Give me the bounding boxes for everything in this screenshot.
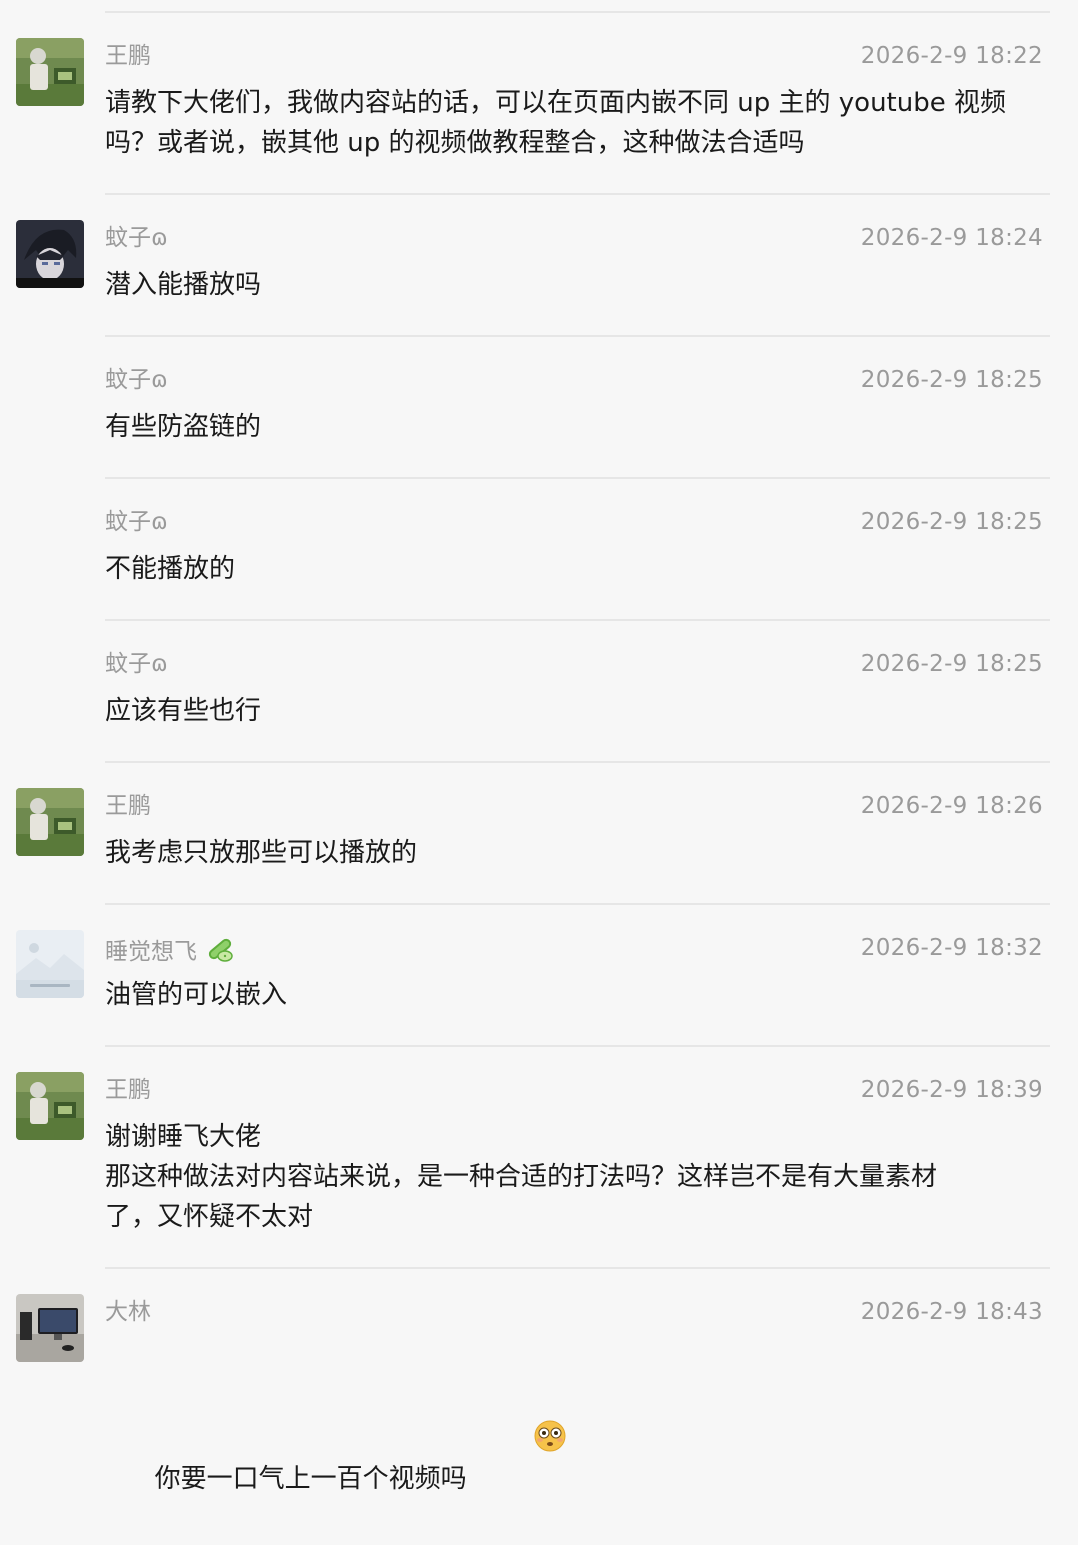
wenzi-avatar[interactable] [16, 220, 84, 288]
shuijiaoxiangfei-avatar[interactable] [16, 930, 84, 998]
message-time: 2026-2-9 18:26 [860, 793, 1043, 819]
divider [105, 193, 1050, 195]
flushed-face-emoji-icon [467, 1379, 567, 1505]
message-text: 潜入能播放吗 [105, 270, 262, 300]
sender-name[interactable]: 大林 [105, 1298, 151, 1326]
message-text: 不能播放的 [105, 554, 236, 584]
message-text: 有些防盗链的 [105, 412, 262, 442]
sender-name[interactable]: 蚊子ɷ [105, 508, 168, 536]
sender-name[interactable]: 蚊子ɷ [105, 224, 168, 252]
message-time: 2026-2-9 18:25 [860, 509, 1043, 535]
message-text: 谢谢睡飞大佬 那这种做法对内容站来说，是一种合适的打法吗？这样岂不是有大量素材 … [105, 1122, 938, 1232]
wangpeng-avatar[interactable] [16, 38, 84, 106]
divider [105, 1045, 1050, 1047]
sender-name[interactable]: 王鹏 [105, 42, 151, 70]
message-time: 2026-2-9 18:24 [860, 225, 1043, 251]
divider [105, 477, 1050, 479]
message-time: 2026-2-9 18:43 [860, 1299, 1043, 1325]
message-text: 我考虑只放那些可以播放的 [105, 838, 418, 868]
sender-name[interactable]: 蚊子ɷ [105, 650, 168, 678]
message-time: 2026-2-9 18:32 [860, 935, 1043, 961]
message-time: 2026-2-9 18:25 [860, 651, 1043, 677]
sender-name-text: 睡觉想飞 [105, 939, 197, 965]
sender-name[interactable]: 蚊子ɷ [105, 366, 168, 394]
message-time: 2026-2-9 18:25 [860, 367, 1043, 393]
message-text: 应该有些也行 [105, 696, 262, 726]
divider [105, 619, 1050, 621]
divider [105, 335, 1050, 337]
divider [105, 761, 1050, 763]
dalin-avatar[interactable] [16, 1294, 84, 1362]
message-text-body: 你要一口气上一百个视频吗 [154, 1464, 467, 1494]
divider [105, 1267, 1050, 1269]
message-text: 油管的可以嵌入 [105, 980, 288, 1010]
wangpeng-avatar[interactable] [16, 788, 84, 856]
message-text: 你要一口气上一百个视频吗 [105, 1339, 1050, 1545]
sender-name[interactable]: 王鹏 [105, 1076, 151, 1104]
message-text: 请教下大佬们，我做内容站的话，可以在页面内嵌不同 up 主的 youtube 视… [105, 88, 1006, 158]
message-time: 2026-2-9 18:39 [860, 1077, 1043, 1103]
wangpeng-avatar[interactable] [16, 1072, 84, 1140]
divider [105, 903, 1050, 905]
sender-name[interactable]: 睡觉想飞 [105, 934, 237, 971]
divider [105, 11, 1050, 13]
cucumber-emoji-icon [203, 934, 237, 971]
sender-name[interactable]: 王鹏 [105, 792, 151, 820]
message-time: 2026-2-9 18:22 [860, 43, 1043, 69]
